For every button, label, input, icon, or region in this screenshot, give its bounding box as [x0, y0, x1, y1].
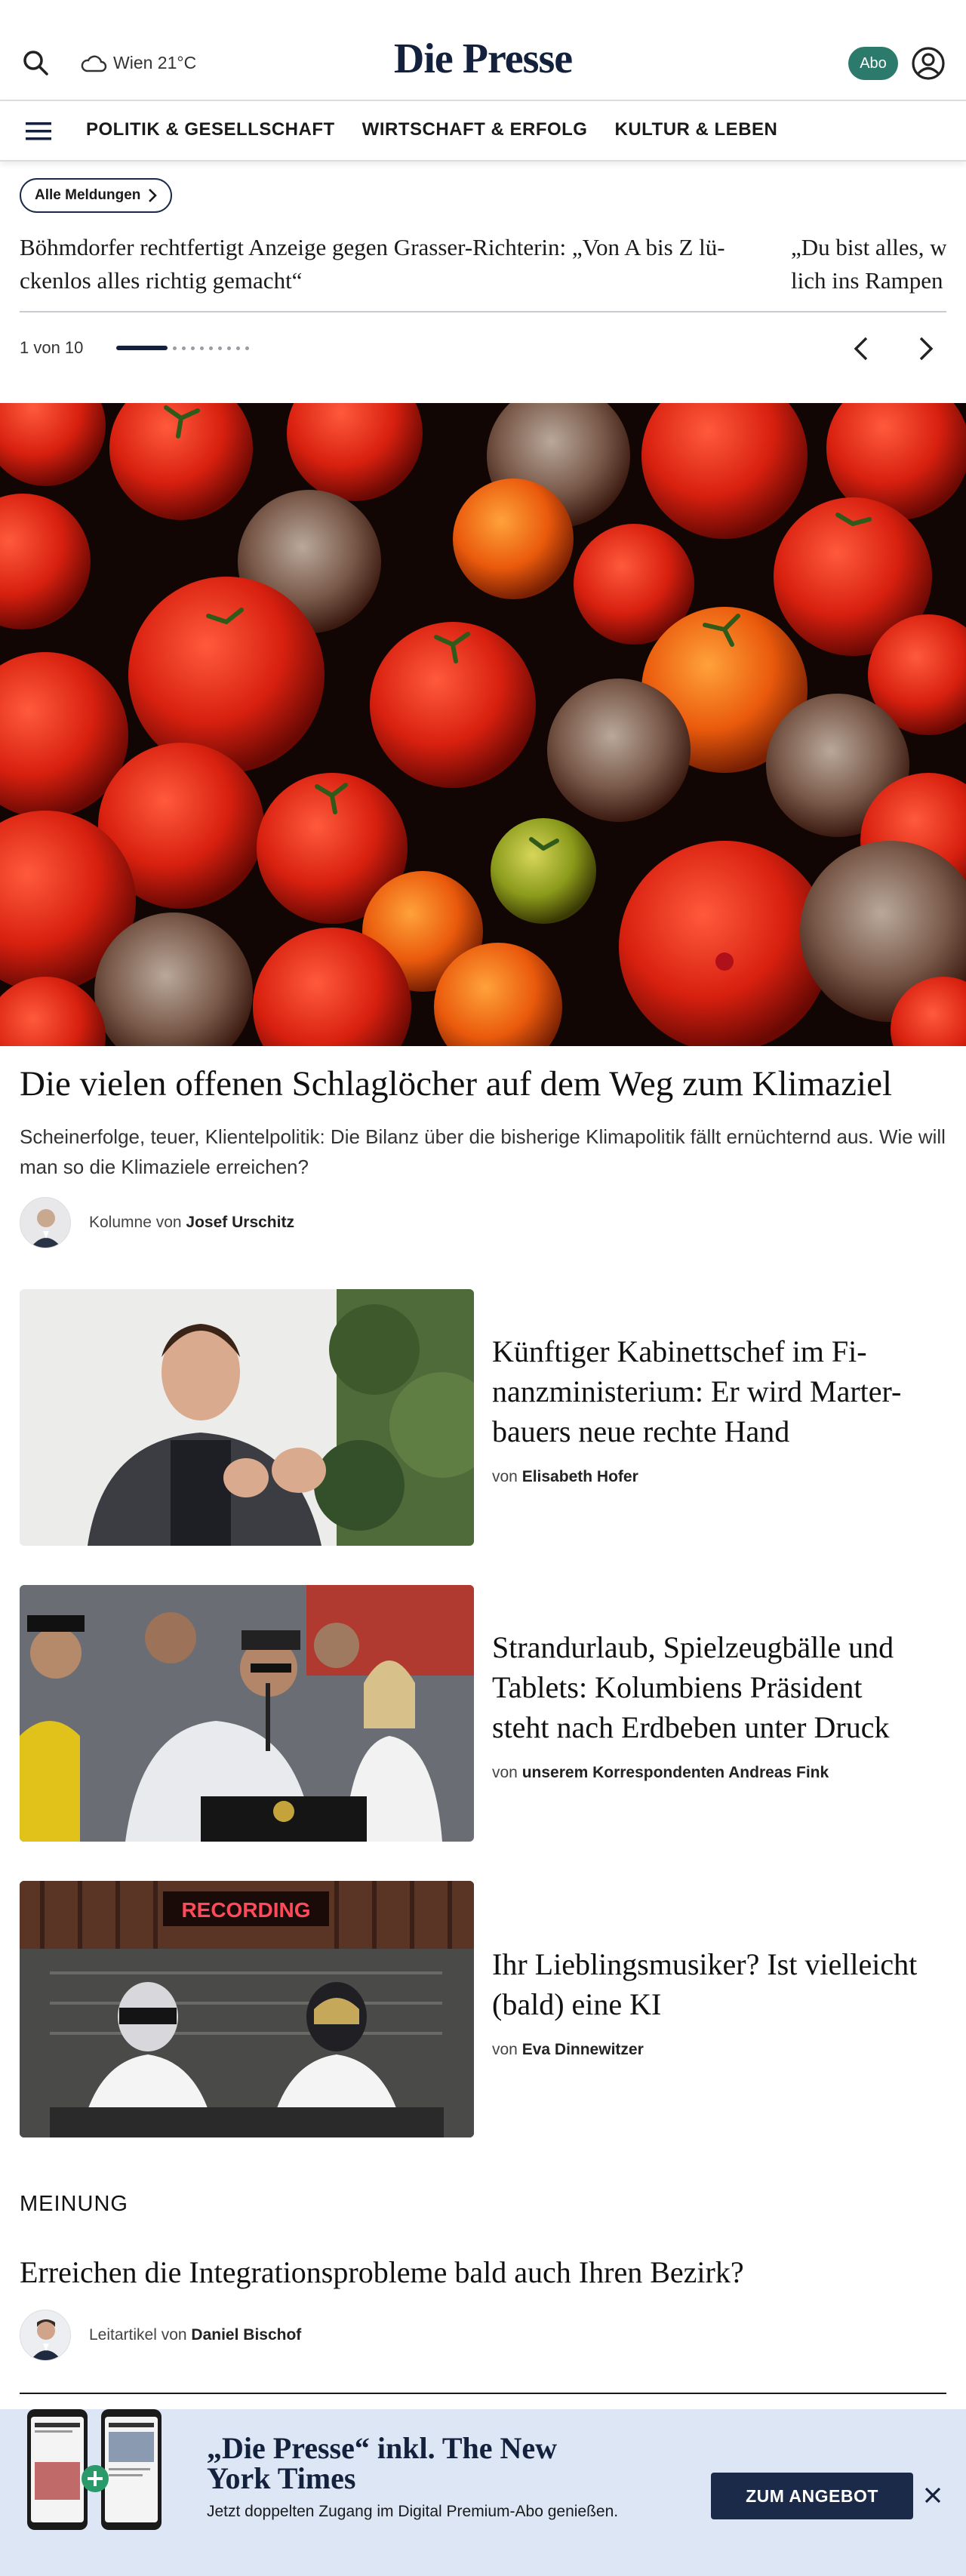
author-name[interactable]: unserem Korrespondenten Andreas Fink — [522, 1764, 829, 1781]
chevron-right-icon — [149, 189, 158, 202]
plus-icon — [82, 2465, 109, 2492]
ticker-item-line: Böhmdorfer rechtfertigt Anzeige gegen Gr… — [20, 234, 725, 260]
divider — [20, 311, 946, 312]
ticker-item-line: lich ins Rampen — [791, 267, 943, 294]
site-logo[interactable]: Die Presse — [0, 35, 966, 83]
pager-progress — [116, 346, 249, 350]
author-name[interactable]: Elisabeth Hofer — [522, 1468, 638, 1485]
author-name[interactable]: Josef Urschitz — [186, 1214, 294, 1231]
pager-dot[interactable] — [191, 346, 195, 350]
author-avatar[interactable] — [20, 2310, 71, 2361]
all-news-label: Alle Meldungen — [35, 187, 141, 203]
headline-line: steht nach Erdbeben unter Druck — [492, 1710, 890, 1744]
article-image[interactable]: RECORDING — [20, 1881, 474, 2137]
opinion-headline[interactable]: Erreichen die Integrationsprobleme bald … — [20, 2252, 946, 2293]
main-navigation: POLITIK & GESELLSCHAFT WIRTSCHAFT & ERFO… — [0, 100, 966, 162]
author-avatar[interactable] — [20, 1197, 71, 1248]
pager-dot[interactable] — [173, 346, 177, 350]
byline-prefix: Kolumne von — [89, 1214, 182, 1231]
section-label-meinung[interactable]: MEINUNG — [20, 2192, 128, 2217]
chevron-left-icon — [854, 337, 868, 361]
promo-title: „Die Presse“ inkl. The New York Times — [207, 2433, 629, 2494]
article-byline: von unserem Korrespondenten Andreas Fink — [492, 1764, 945, 1782]
close-icon — [924, 2487, 941, 2504]
nav-item-wirtschaft[interactable]: WIRTSCHAFT & ERFOLG — [362, 119, 588, 140]
account-button[interactable] — [910, 45, 946, 82]
article-byline: von Eva Dinnewitzer — [492, 2041, 945, 2059]
article-headline[interactable]: Künftiger Kabinettschef im Fi- nanzminis… — [492, 1331, 945, 1451]
byline-prefix: Leitartikel von — [89, 2326, 187, 2344]
pager-dot-active[interactable] — [116, 346, 168, 350]
article-headline[interactable]: Strandurlaub, Spielzeugbälle und Tablets… — [492, 1627, 945, 1747]
all-news-button[interactable]: Alle Meldungen — [20, 178, 173, 213]
headline-line: Tablets: Kolumbiens Präsident — [492, 1670, 863, 1704]
next-button[interactable] — [909, 332, 942, 365]
hero-image[interactable] — [0, 403, 966, 1046]
hero-teaser[interactable]: Scheinerfolge, teuer, Klientelpolitik: D… — [20, 1122, 946, 1182]
abo-button[interactable]: Abo — [848, 47, 898, 80]
pager-count: 1 von 10 — [20, 338, 84, 357]
opinion-byline: Leitartikel von Daniel Bischof — [20, 2310, 301, 2361]
menu-button[interactable] — [23, 119, 56, 143]
headline-line: nanzministerium: Er wird Marter- — [492, 1374, 902, 1408]
article-teaser[interactable]: Strandurlaub, Spielzeugbälle und Tablets… — [20, 1585, 946, 1842]
news-ticker: Alle Meldungen Böhmdorfer rechtfertigt A… — [20, 178, 946, 361]
ticker-item-line: ckenlos alles richtig gemacht“ — [20, 267, 303, 294]
promo-title-line: York Times — [207, 2461, 356, 2495]
pager-dot[interactable] — [218, 346, 222, 350]
promo-text: Jetzt doppelten Zugang im Digital Premiu… — [207, 2503, 619, 2520]
chevron-right-icon — [919, 337, 934, 361]
ticker-item[interactable]: „Du bist alles, w lich ins Rampen — [791, 231, 946, 297]
ticker-item-line: „Du bist alles, w — [791, 234, 946, 260]
pager-dot[interactable] — [227, 346, 231, 350]
byline-prefix: von — [492, 1468, 518, 1485]
author-name[interactable]: Daniel Bischof — [191, 2326, 301, 2344]
headline-line: (bald) eine KI — [492, 1987, 662, 2021]
article-teaser[interactable]: RECORDING Ihr Lieblingsmusiker? Ist viel… — [20, 1881, 946, 2137]
pager-dot[interactable] — [236, 346, 240, 350]
nav-item-kultur[interactable]: KULTUR & LEBEN — [614, 119, 777, 140]
promo-phones-image — [26, 2409, 169, 2560]
nav-item-politik[interactable]: POLITIK & GESELLSCHAFT — [86, 119, 335, 140]
article-image[interactable] — [20, 1585, 474, 1842]
headline-line: Ihr Lieblingsmusiker? Ist vielleicht — [492, 1947, 918, 1981]
previous-button[interactable] — [845, 332, 878, 365]
article-headline[interactable]: Ihr Lieblingsmusiker? Ist vielleicht (ba… — [492, 1944, 945, 2024]
article-teaser[interactable]: Künftiger Kabinettschef im Fi- nanzminis… — [20, 1289, 946, 1546]
offer-button[interactable]: ZUM ANGEBOT — [711, 2473, 913, 2519]
pager-dot[interactable] — [182, 346, 186, 350]
author-name[interactable]: Eva Dinnewitzer — [522, 2041, 644, 2058]
headline-line: Strandurlaub, Spielzeugbälle und — [492, 1630, 894, 1664]
hero-headline[interactable]: Die vielen offenen Schlaglöcher auf dem … — [20, 1061, 946, 1106]
ticker-pager: 1 von 10 — [20, 329, 946, 367]
article-image[interactable] — [20, 1289, 474, 1546]
hero-byline: Kolumne von Josef Urschitz — [20, 1197, 294, 1248]
article-byline: von Elisabeth Hofer — [492, 1468, 945, 1486]
close-button[interactable] — [919, 2480, 946, 2510]
headline-line: Künftiger Kabinettschef im Fi- — [492, 1334, 867, 1368]
byline-prefix: von — [492, 2041, 518, 2058]
divider — [20, 2393, 946, 2394]
pager-dot[interactable] — [209, 346, 213, 350]
pager-dot[interactable] — [200, 346, 204, 350]
pager-dot[interactable] — [245, 346, 249, 350]
ticker-item[interactable]: Böhmdorfer rechtfertigt Anzeige gegen Gr… — [20, 231, 774, 297]
recording-sign: RECORDING — [181, 1898, 310, 1922]
headline-line: bauers neue rechte Hand — [492, 1414, 790, 1448]
promo-title-line: „Die Presse“ inkl. The New — [207, 2431, 558, 2465]
site-header: Wien 21°C Die Presse Abo — [0, 0, 966, 100]
byline-prefix: von — [492, 1764, 518, 1781]
subscription-promo-banner: „Die Presse“ inkl. The New York Times Je… — [0, 2409, 966, 2576]
hamburger-menu-icon — [26, 122, 51, 140]
user-icon — [912, 47, 945, 80]
